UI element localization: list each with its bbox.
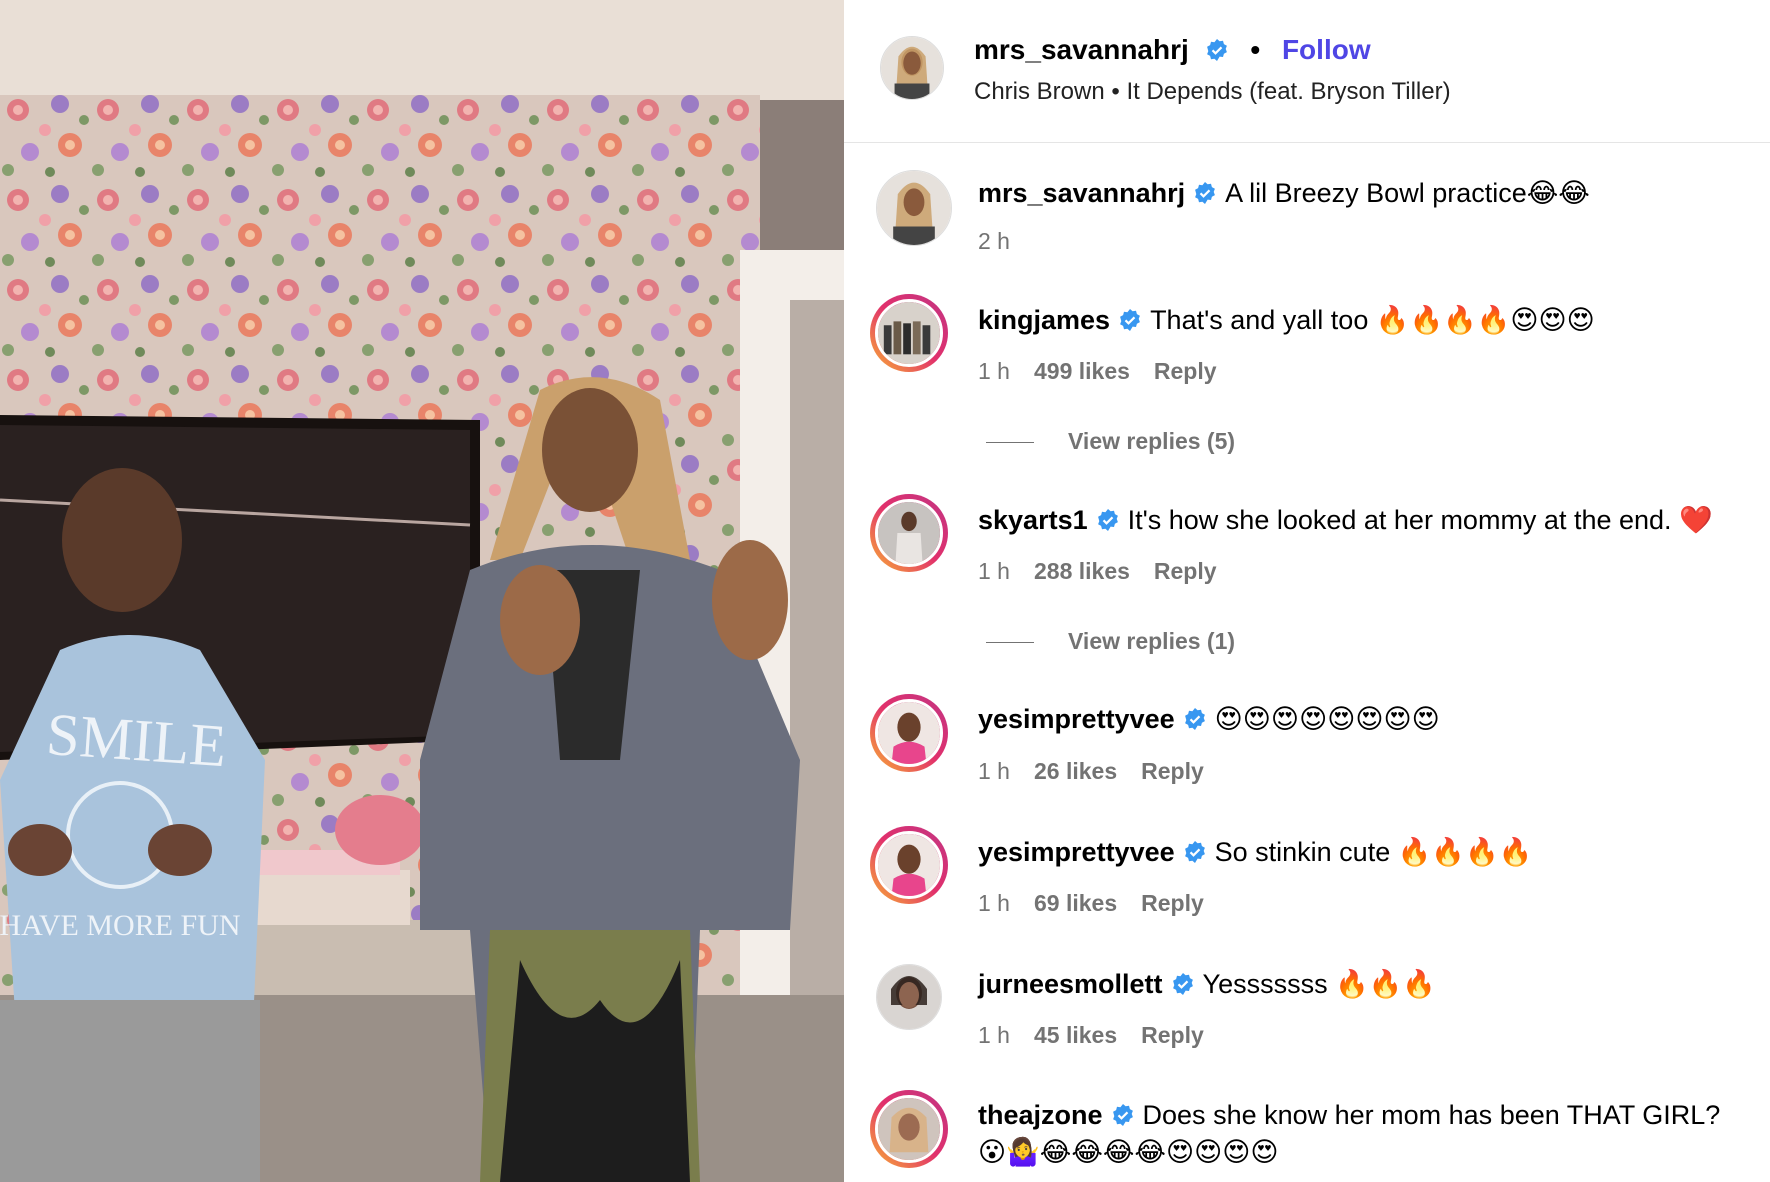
comment-text: Does she know her mom has been THAT GIRL… bbox=[1142, 1100, 1721, 1130]
replies-divider bbox=[986, 442, 1034, 444]
comment-username[interactable]: skyarts1 bbox=[978, 505, 1088, 535]
post-side-panel: mrs_savannahrj • Follow Chris Brown • It… bbox=[844, 0, 1770, 1182]
comment-time: 1 h bbox=[978, 358, 1010, 384]
view-replies-label: View replies (1) bbox=[1068, 628, 1236, 654]
replies-divider bbox=[986, 642, 1034, 644]
verified-badge-icon bbox=[1206, 39, 1227, 61]
reply-button[interactable]: Reply bbox=[1154, 558, 1217, 584]
comment-text: Yesssssss 🔥🔥🔥 bbox=[1202, 969, 1436, 999]
caption-text: A lil Breezy Bowl practice😂😂 bbox=[1225, 178, 1590, 208]
reply-button[interactable]: Reply bbox=[1141, 758, 1204, 784]
verified-badge-icon bbox=[1112, 1104, 1133, 1126]
video-scene: SMILE HAVE MORE FUN bbox=[0, 0, 844, 1182]
shirt-print-bottom: HAVE MORE FUN bbox=[0, 909, 241, 942]
verified-badge-icon bbox=[1184, 841, 1205, 863]
video-frame[interactable]: SMILE HAVE MORE FUN bbox=[0, 0, 844, 1182]
reply-button[interactable]: Reply bbox=[1154, 358, 1217, 384]
verified-badge-icon bbox=[1120, 309, 1140, 331]
commenter-avatar[interactable] bbox=[870, 294, 948, 372]
comment-likes[interactable]: 69 likes bbox=[1034, 890, 1117, 916]
comment-username[interactable]: kingjames bbox=[978, 305, 1110, 335]
comment-time: 1 h bbox=[978, 758, 1010, 784]
caption-time: 2 h bbox=[978, 228, 1010, 254]
caption-avatar[interactable] bbox=[876, 170, 952, 246]
comment-likes[interactable]: 499 likes bbox=[1034, 358, 1130, 384]
comment-username[interactable]: theajzone bbox=[978, 1100, 1103, 1130]
follow-button[interactable]: Follow bbox=[1282, 34, 1371, 65]
reply-button[interactable]: Reply bbox=[1141, 890, 1204, 916]
comment-time: 1 h bbox=[978, 1022, 1010, 1048]
verified-badge-icon bbox=[1172, 973, 1193, 995]
comment-text: So stinkin cute 🔥🔥🔥🔥 bbox=[1214, 837, 1533, 867]
comment-username[interactable]: yesimprettyvee bbox=[978, 704, 1175, 734]
commenter-avatar[interactable] bbox=[870, 1090, 948, 1168]
commenter-avatar[interactable] bbox=[870, 826, 948, 904]
comment-text: 😍😍😍😍😍😍😍😍 bbox=[1214, 704, 1440, 734]
comment-username[interactable]: jurneesmollett bbox=[978, 969, 1163, 999]
comment-likes[interactable]: 26 likes bbox=[1034, 758, 1117, 784]
view-replies-label: View replies (5) bbox=[1068, 428, 1236, 454]
view-replies-button[interactable]: View replies (5) bbox=[986, 428, 1235, 455]
verified-badge-icon bbox=[1184, 708, 1205, 730]
comment-text: It's how she looked at her mommy at the … bbox=[1127, 505, 1713, 535]
comment-likes[interactable]: 45 likes bbox=[1034, 1022, 1117, 1048]
comment-username[interactable]: yesimprettyvee bbox=[978, 837, 1175, 867]
comment-text: That's and yall too 🔥🔥🔥🔥😍😍😍 bbox=[1150, 305, 1595, 335]
audio-track-link[interactable]: Chris Brown • It Depends (feat. Bryson T… bbox=[974, 78, 1451, 106]
verified-badge-icon bbox=[1195, 182, 1216, 204]
shirt-print-top: SMILE bbox=[44, 701, 228, 779]
commenter-avatar[interactable] bbox=[876, 964, 942, 1030]
post-header: mrs_savannahrj • Follow Chris Brown • It… bbox=[844, 0, 1770, 143]
author-avatar[interactable] bbox=[880, 36, 944, 100]
comment-likes[interactable]: 288 likes bbox=[1034, 558, 1130, 584]
comment-text-continued: 😮🤷‍♀️😂😂😂😂😍😍😍😍 bbox=[978, 1137, 1279, 1167]
commenter-avatar[interactable] bbox=[870, 494, 948, 572]
comment-time: 1 h bbox=[978, 890, 1010, 916]
reply-button[interactable]: Reply bbox=[1141, 1022, 1204, 1048]
comment-time: 1 h bbox=[978, 558, 1010, 584]
separator-dot: • bbox=[1250, 34, 1261, 65]
view-replies-button[interactable]: View replies (1) bbox=[986, 628, 1235, 655]
caption-username[interactable]: mrs_savannahrj bbox=[978, 178, 1185, 208]
author-username[interactable]: mrs_savannahrj bbox=[974, 34, 1189, 65]
commenter-avatar[interactable] bbox=[870, 694, 948, 772]
verified-badge-icon bbox=[1097, 509, 1118, 531]
